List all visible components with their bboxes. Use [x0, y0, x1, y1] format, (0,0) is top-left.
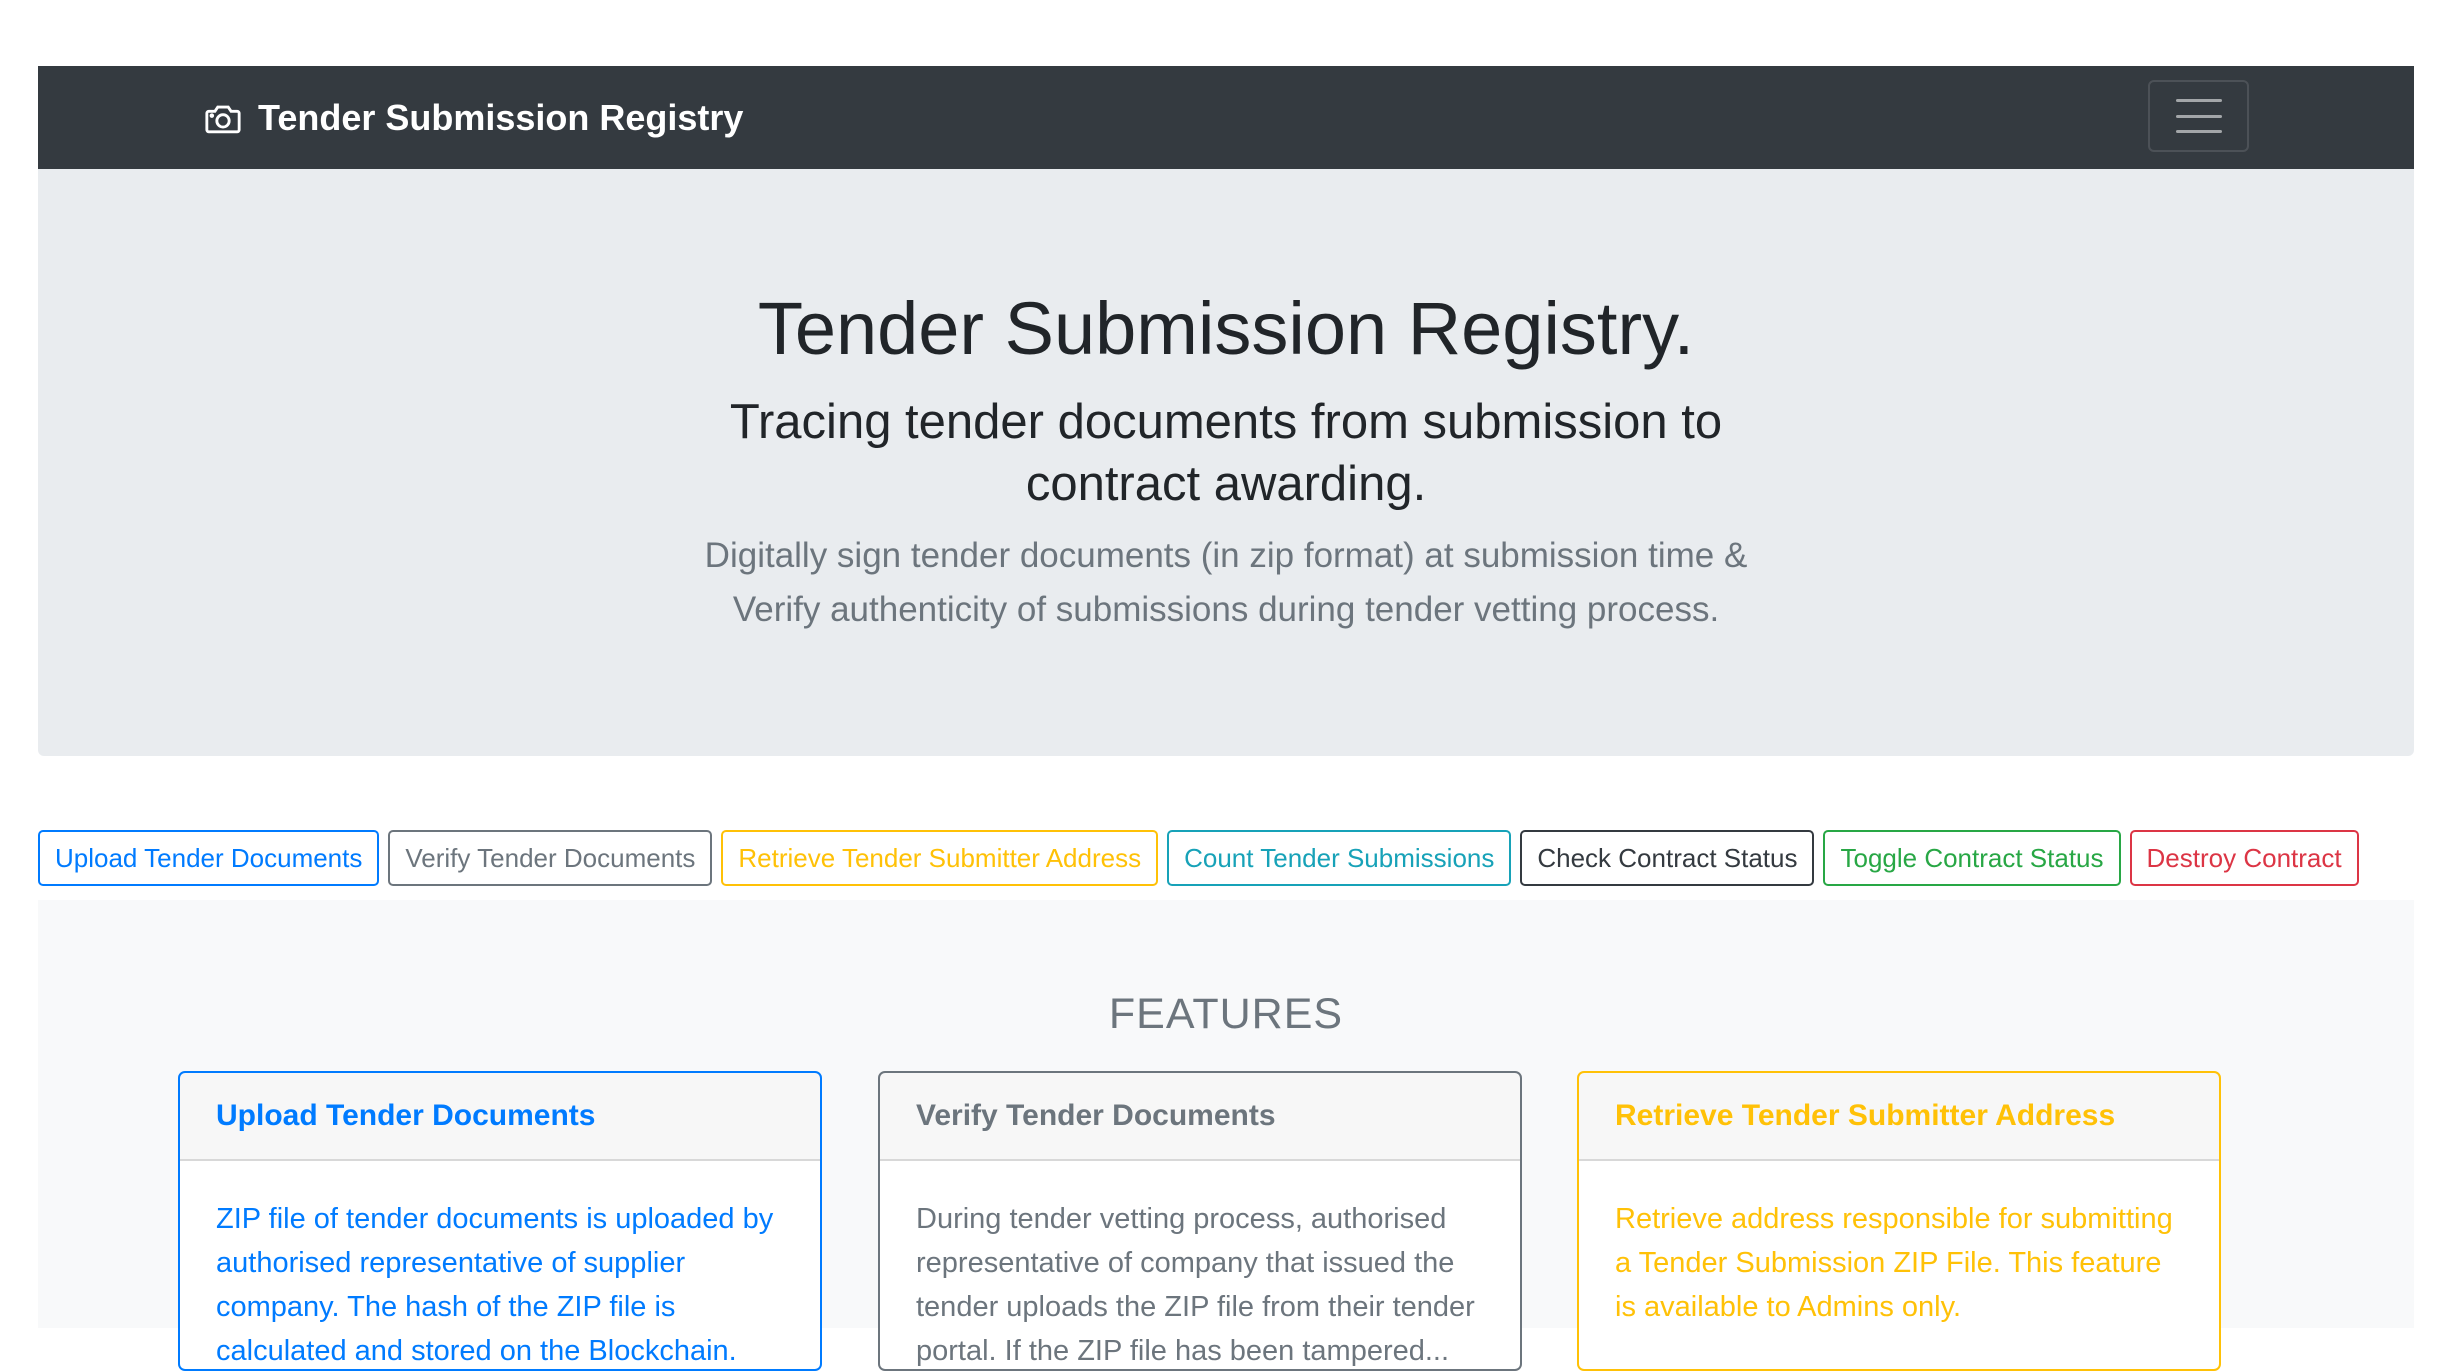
check-contract-status-button[interactable]: Check Contract Status	[1520, 830, 1815, 886]
camera-icon	[204, 99, 242, 137]
toggle-contract-status-button[interactable]: Toggle Contract Status	[1823, 830, 2121, 886]
feature-card-body: During tender vetting process, authorise…	[916, 1203, 1475, 1367]
hero-lead: Digitally sign tender documents (in zip …	[704, 536, 1748, 629]
brand-text: Tender Submission Registry	[258, 96, 744, 138]
feature-card-verify: Verify Tender Documents During tender ve…	[878, 1071, 1522, 1371]
hero-title: Tender Submission Registry.	[757, 287, 1695, 370]
feature-card-body: Retrieve address responsible for submitt…	[1615, 1203, 2173, 1323]
navbar-toggler-button[interactable]	[2148, 80, 2249, 152]
feature-card-title: Verify Tender Documents	[880, 1073, 1520, 1161]
features-section: FEATURES Upload Tender Documents ZIP fil…	[38, 900, 2414, 1371]
hero-subtitle: Tracing tender documents from submission…	[729, 395, 1723, 511]
upload-tender-documents-button[interactable]: Upload Tender Documents	[38, 830, 380, 886]
action-button-row: Upload Tender Documents Verify Tender Do…	[38, 830, 2359, 886]
destroy-contract-button[interactable]: Destroy Contract	[2129, 830, 2359, 886]
features-heading: FEATURES	[1108, 990, 1344, 1038]
feature-card-retrieve: Retrieve Tender Submitter Address Retrie…	[1577, 1071, 2221, 1371]
count-tender-submissions-button[interactable]: Count Tender Submissions	[1167, 830, 1512, 886]
retrieve-submitter-address-button[interactable]: Retrieve Tender Submitter Address	[721, 830, 1159, 886]
hero-section: Tender Submission Registry. Tracing tend…	[38, 169, 2414, 756]
hamburger-menu-icon	[2175, 99, 2222, 133]
feature-card-title: Retrieve Tender Submitter Address	[1579, 1073, 2219, 1161]
navbar: Tender Submission Registry	[38, 66, 2414, 169]
feature-card-title: Upload Tender Documents	[180, 1073, 820, 1161]
navbar-brand[interactable]: Tender Submission Registry	[204, 66, 743, 169]
feature-card-body: ZIP file of tender documents is uploaded…	[216, 1203, 774, 1367]
verify-tender-documents-button[interactable]: Verify Tender Documents	[388, 830, 713, 886]
feature-card-upload: Upload Tender Documents ZIP file of tend…	[178, 1071, 822, 1371]
